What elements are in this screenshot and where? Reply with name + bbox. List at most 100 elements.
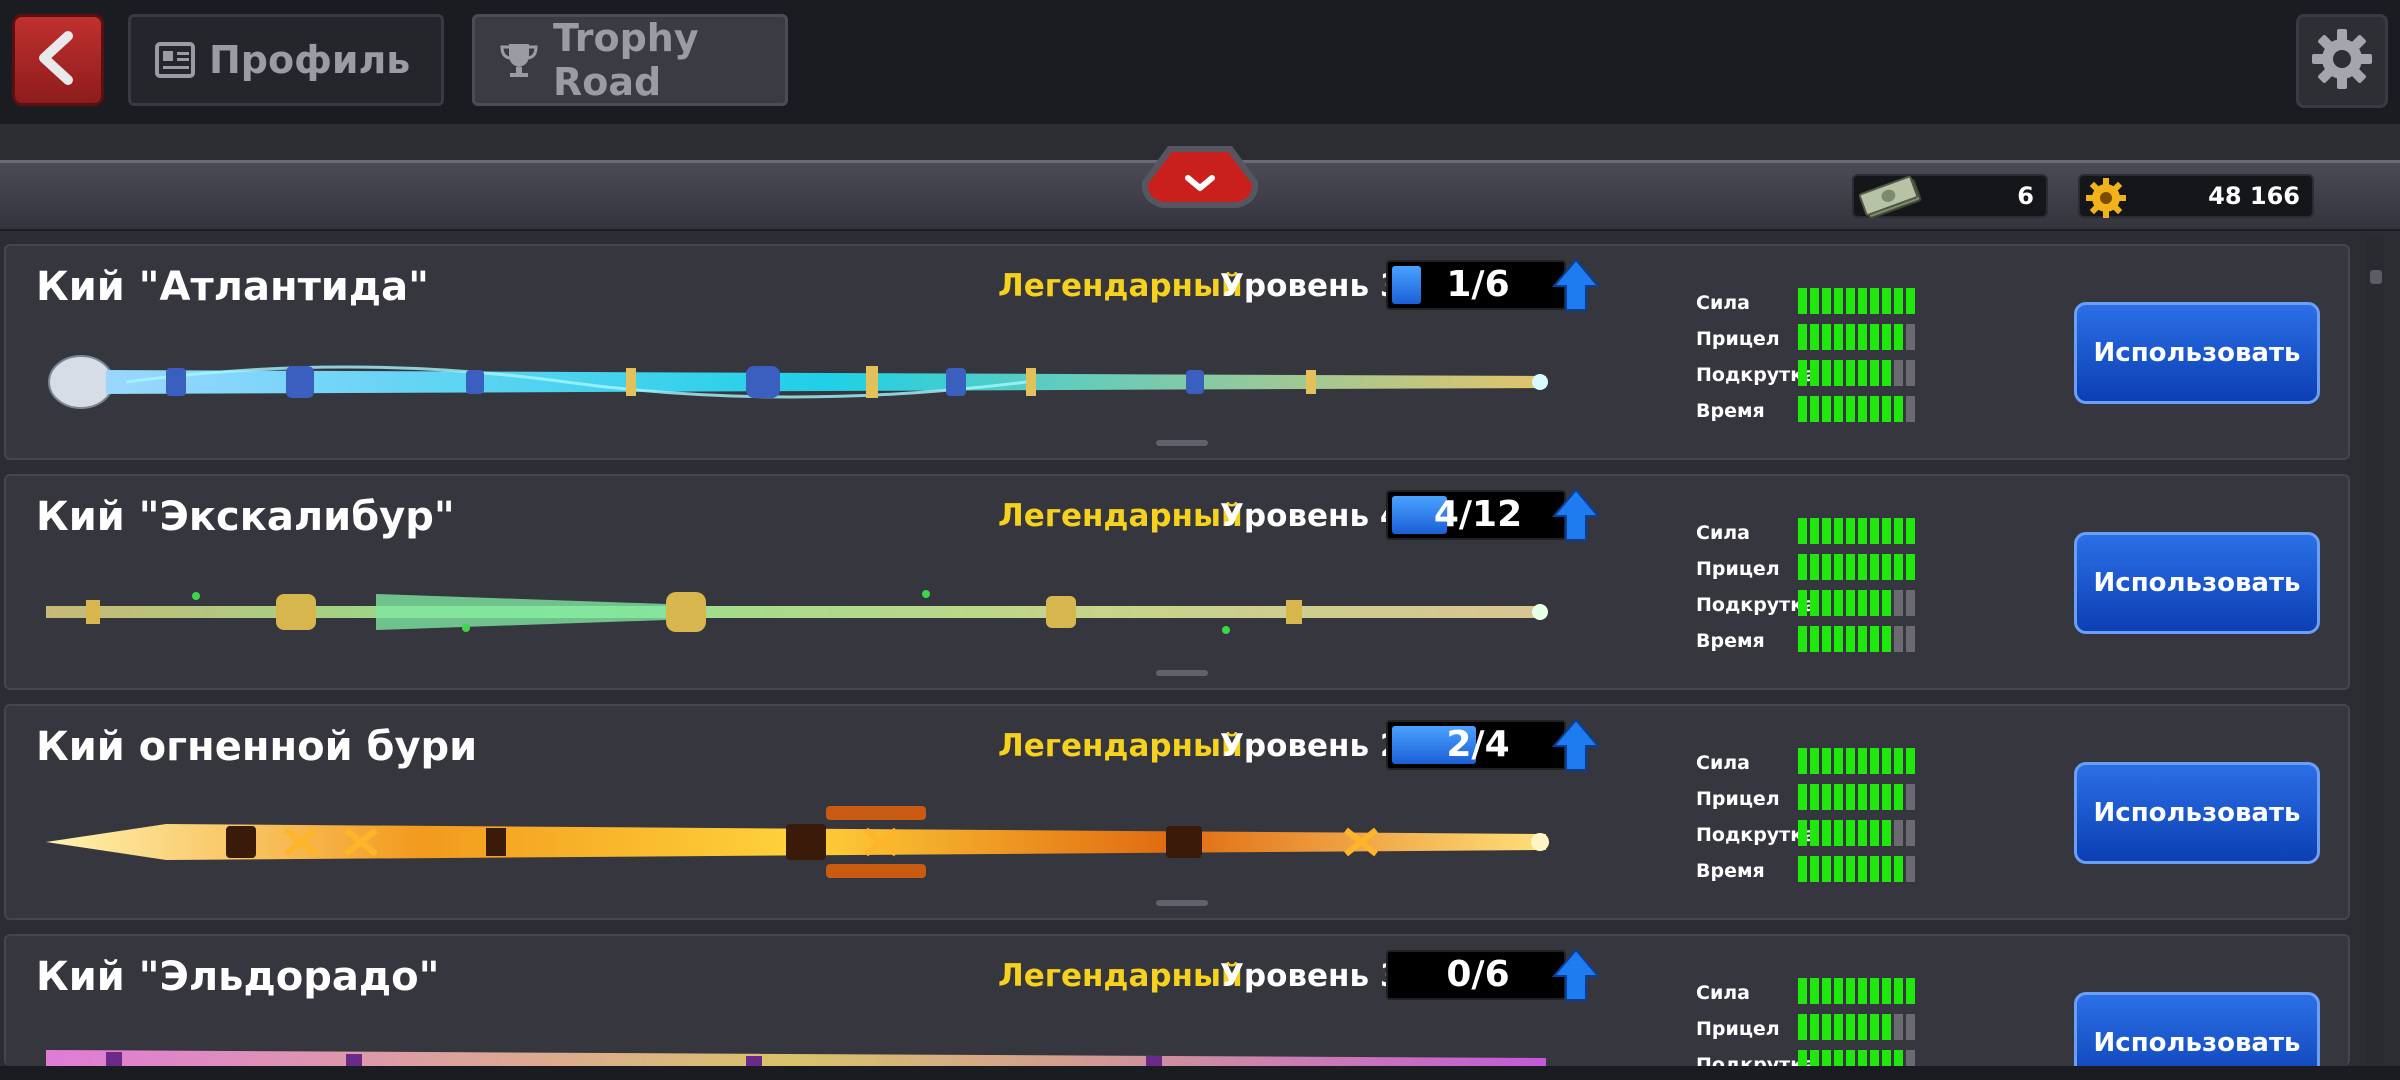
rarity-label: Легендарный [998, 268, 1243, 304]
stat-segment [1882, 978, 1891, 1004]
stat-segment [1870, 626, 1879, 652]
cue-card-eldorado[interactable]: Кий "Эльдорадо" Легендарный Уровень 3 0/… [4, 934, 2350, 1066]
stat-segment [1870, 784, 1879, 810]
stat-segment [1810, 518, 1819, 544]
stat-segment [1894, 1050, 1903, 1066]
stat-segment [1858, 748, 1867, 774]
stat-bars [1798, 856, 1915, 882]
cue-image [46, 802, 1556, 882]
use-button[interactable]: Использовать [2074, 532, 2320, 634]
settings-button[interactable] [2296, 14, 2388, 108]
tab-profile-label: Профиль [209, 38, 411, 82]
cash-icon [1858, 172, 1924, 228]
stat-segment [1870, 856, 1879, 882]
cue-card-firestorm[interactable]: Кий огненной бури Легендарный Уровень 2 … [4, 704, 2350, 920]
stat-segment [1834, 1050, 1843, 1066]
cue-card-excalibur[interactable]: Кий "Экскалибур" Легендарный Уровень 4 4… [4, 474, 2350, 690]
stat-segment [1846, 748, 1855, 774]
stat-segment [1882, 1014, 1891, 1040]
stat-segment [1846, 784, 1855, 810]
cue-title: Кий огненной бури [36, 724, 478, 770]
cue-title: Кий "Атлантида" [36, 264, 429, 310]
stat-bars [1798, 820, 1915, 846]
stat-segment [1882, 784, 1891, 810]
stat-segment [1810, 748, 1819, 774]
stat-segment [1882, 856, 1891, 882]
stat-segment [1798, 978, 1807, 1004]
stat-segment [1846, 518, 1855, 544]
stat-segment [1906, 820, 1915, 846]
stat-segment [1846, 396, 1855, 422]
use-button[interactable]: Использовать [2074, 762, 2320, 864]
back-button[interactable] [12, 14, 104, 106]
rarity-label: Легендарный [998, 728, 1243, 764]
stat-segment [1834, 626, 1843, 652]
stat-label: Прицел [1696, 558, 1780, 580]
upgrade-arrow-icon[interactable] [1551, 948, 1601, 1002]
stat-segment [1834, 288, 1843, 314]
stat-label: Прицел [1696, 328, 1780, 350]
progress-text: 4/12 [1433, 494, 1523, 535]
stat-segment [1870, 360, 1879, 386]
stat-segment [1834, 978, 1843, 1004]
stat-segment [1906, 1014, 1915, 1040]
stat-segment [1846, 324, 1855, 350]
stat-segment [1906, 856, 1915, 882]
expand-handle[interactable] [1156, 670, 1208, 676]
coins-counter[interactable]: 48 166 [2078, 174, 2314, 218]
stat-label: Время [1696, 860, 1765, 882]
stat-segment [1894, 784, 1903, 810]
stat-label: Сила [1696, 752, 1750, 774]
stat-segment [1882, 748, 1891, 774]
upgrade-progress-bar: 0/6 [1386, 950, 1566, 1000]
stat-segment [1798, 1050, 1807, 1066]
stat-segment [1894, 1014, 1903, 1040]
cue-card-atlantis[interactable]: Кий "Атлантида" Легендарный Уровень 3 1/… [4, 244, 2350, 460]
tab-trophy-road[interactable]: Trophy Road [472, 14, 788, 106]
stat-segment [1906, 324, 1915, 350]
stat-segment [1798, 396, 1807, 422]
stat-segment [1846, 626, 1855, 652]
stat-bars [1798, 1014, 1915, 1040]
stat-segment [1822, 856, 1831, 882]
cash-counter[interactable]: 6 [1852, 174, 2048, 219]
upgrade-progress-bar: 1/6 [1386, 260, 1566, 310]
stat-bars [1798, 360, 1915, 386]
upgrade-arrow-icon[interactable] [1551, 718, 1601, 772]
stat-segment [1822, 1050, 1831, 1066]
stat-bars [1798, 324, 1915, 350]
expand-handle[interactable] [1156, 900, 1208, 906]
expand-handle[interactable] [1156, 440, 1208, 446]
scrollbar[interactable] [2366, 236, 2384, 1066]
tab-profile[interactable]: Профиль [128, 14, 444, 106]
stat-segment [1834, 590, 1843, 616]
coin-icon [2084, 172, 2128, 228]
use-button[interactable]: Использовать [2074, 992, 2320, 1066]
rarity-label: Легендарный [998, 958, 1243, 994]
stat-segment [1858, 590, 1867, 616]
stat-segment [1822, 978, 1831, 1004]
stat-segment [1906, 1050, 1915, 1066]
stat-segment [1834, 748, 1843, 774]
use-button[interactable]: Использовать [2074, 302, 2320, 404]
stat-segment [1810, 554, 1819, 580]
stat-segment [1810, 1050, 1819, 1066]
stat-segment [1834, 324, 1843, 350]
collapse-button[interactable] [1138, 142, 1262, 214]
stat-segment [1810, 626, 1819, 652]
stat-label: Прицел [1696, 1018, 1780, 1040]
stat-bars [1798, 518, 1915, 544]
stat-segment [1882, 288, 1891, 314]
stat-segment [1870, 590, 1879, 616]
upgrade-progress-bar: 2/4 [1386, 720, 1566, 770]
stat-segment [1870, 978, 1879, 1004]
stat-segment [1870, 820, 1879, 846]
stat-segment [1810, 360, 1819, 386]
stat-segment [1798, 820, 1807, 846]
level-label: Уровень 2 [1220, 728, 1402, 764]
upgrade-arrow-icon[interactable] [1551, 488, 1601, 542]
upgrade-progress-bar: 4/12 [1386, 490, 1566, 540]
upgrade-arrow-icon[interactable] [1551, 258, 1601, 312]
trophy-icon [499, 41, 539, 79]
scrollbar-thumb[interactable] [2370, 270, 2382, 284]
